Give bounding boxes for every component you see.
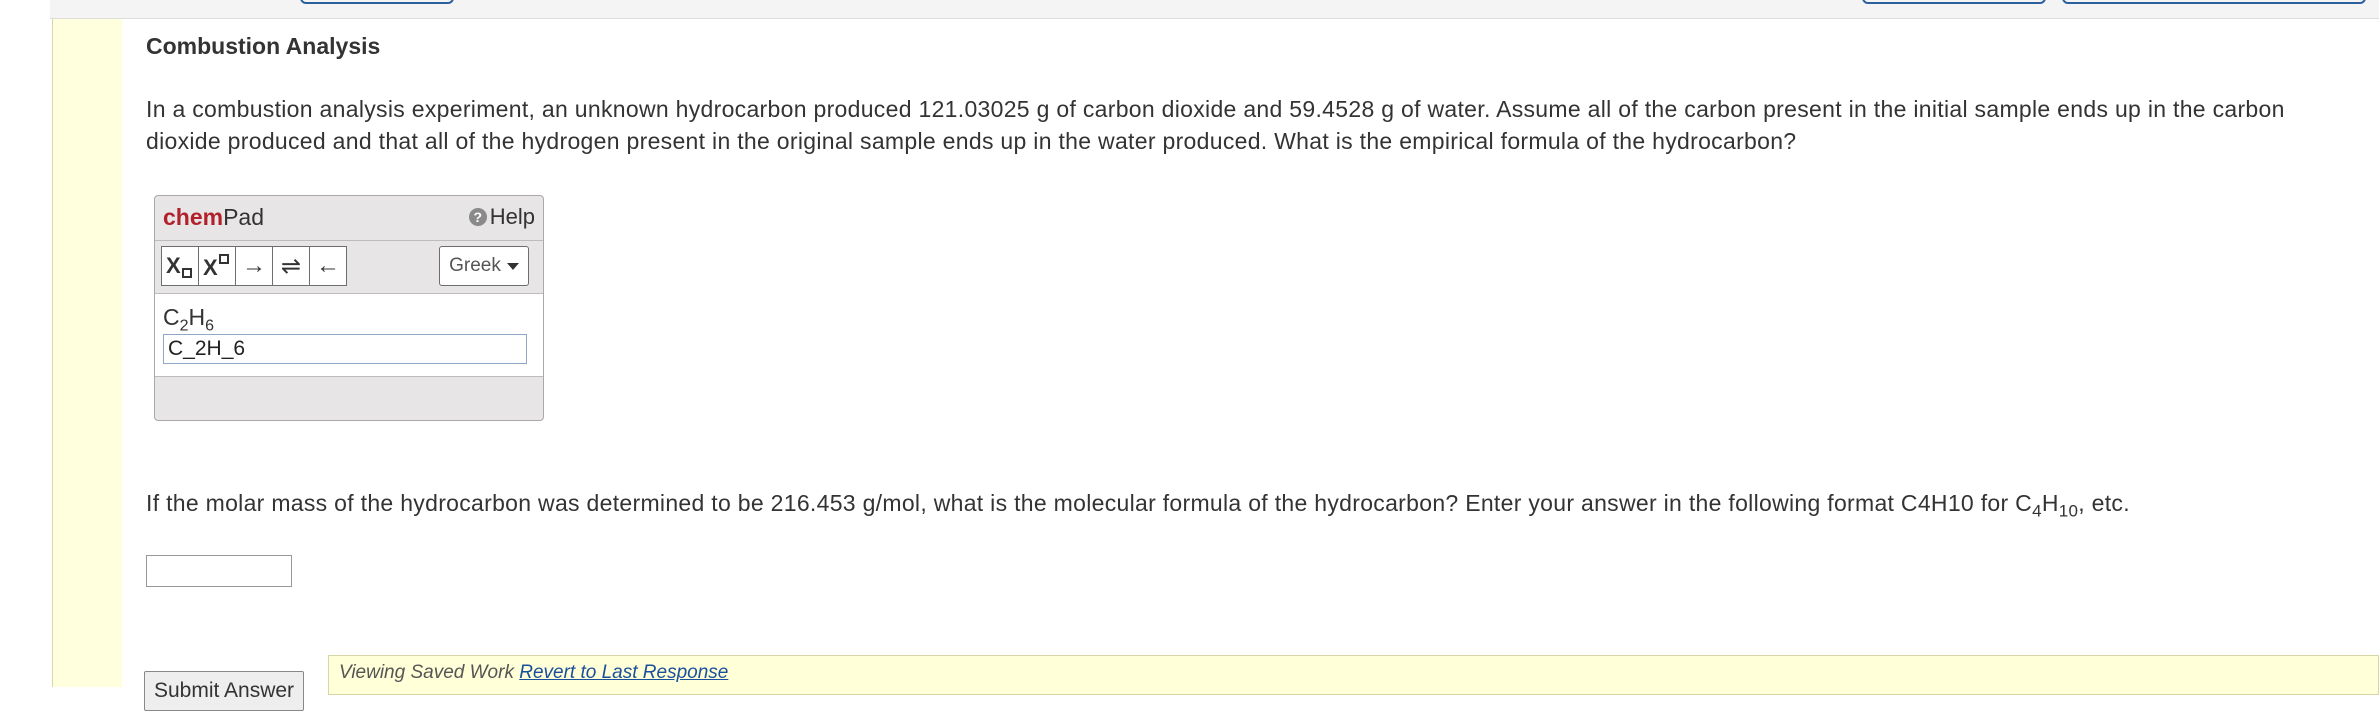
revert-link[interactable]: Revert to Last Response [519,662,728,683]
superscript-button[interactable]: X [198,246,236,286]
question-rail [52,19,123,687]
chempad-editor: C2H6 [155,293,543,377]
right-arrow-icon: → [242,252,266,279]
left-arrow-button[interactable]: ← [309,246,347,286]
question-circle-icon: ? [468,208,487,226]
subscript-icon: X [166,253,192,278]
equilibrium-arrow-icon: ⇌ [280,252,302,280]
chempad-help-label: Help [489,204,535,229]
question-text-empirical: In a combustion analysis experiment, an … [146,96,2285,154]
chempad-help-link[interactable]: ? Help [468,204,535,230]
chempad-divider [155,240,543,241]
equilibrium-arrow-button[interactable]: ⇌ [272,246,310,286]
svg-text:X: X [203,255,218,280]
molecular-formula-input[interactable] [146,555,292,587]
greek-dropdown[interactable]: Greek [439,246,529,286]
saved-work-banner: Viewing Saved Work Revert to Last Respon… [328,655,2379,695]
svg-text:X: X [166,253,181,278]
top-toolbar [50,0,2379,19]
chempad-logo: chemPad [163,204,264,231]
saved-work-text: Viewing Saved Work [339,662,514,683]
right-arrow-button[interactable]: → [235,246,273,286]
chempad-widget: chemPad ? Help X X → ⇌ ← Greek C2H6 C_2H… [154,195,544,421]
greek-dropdown-label: Greek [449,255,501,276]
left-arrow-icon: ← [316,252,340,279]
top-button-right-2[interactable] [2062,0,2366,4]
chempad-toolbar: X X → ⇌ ← [161,246,347,286]
submit-answer-button[interactable]: Submit Answer [144,671,304,711]
question-panel: Combustion Analysis In a combustion anal… [122,19,2379,711]
question-text-molecular: If the molar mass of the hydrocarbon was… [146,490,2130,521]
chempad-formula-input[interactable] [163,334,527,364]
question-title: Combustion Analysis [146,33,381,59]
superscript-icon: X [203,254,229,280]
chempad-logo-chem: chem [163,204,224,230]
formula-preview: C2H6 [163,304,215,335]
subscript-button[interactable]: X [161,246,199,286]
caret-down-icon [506,262,519,270]
top-button-left[interactable] [300,0,454,4]
top-button-right-1[interactable] [1862,0,2046,4]
chempad-logo-pad: Pad [223,204,265,230]
